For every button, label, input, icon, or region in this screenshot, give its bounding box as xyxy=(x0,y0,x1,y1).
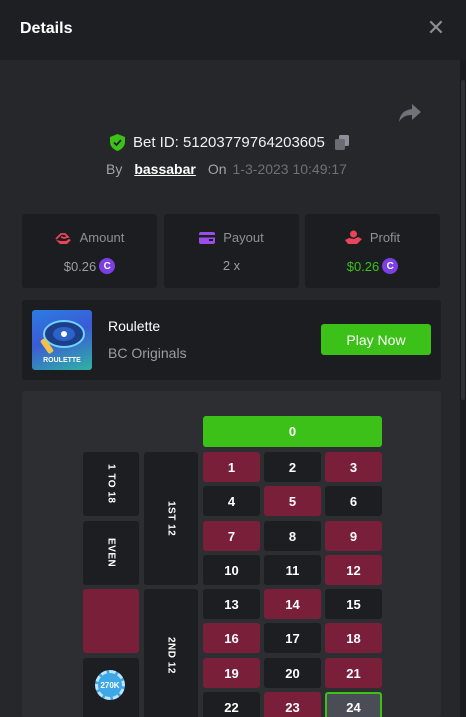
bet-even[interactable]: EVEN xyxy=(83,521,139,585)
number-cell-4[interactable]: 4 xyxy=(203,486,260,516)
bet-id: Bet ID: 51203779764203605 xyxy=(133,133,325,151)
on-label: On xyxy=(207,161,227,177)
number-cell-7[interactable]: 7 xyxy=(203,521,260,551)
close-icon[interactable]: ✕ xyxy=(426,17,446,39)
number-cell-6[interactable]: 6 xyxy=(325,486,382,516)
number-cell-16[interactable]: 16 xyxy=(203,623,260,653)
scroll-thumb[interactable] xyxy=(461,80,465,400)
number-cell-19[interactable]: 19 xyxy=(203,658,260,688)
coin-icon: C xyxy=(99,258,116,274)
bet-id-row: Bet ID: 51203779764203605 xyxy=(110,133,349,151)
by-label: By xyxy=(106,161,123,177)
amount-hand-icon xyxy=(54,232,71,244)
bet-1-to-18-label: 1 TO 18 xyxy=(105,464,117,504)
username-link[interactable]: bassabar xyxy=(134,161,195,177)
number-cell-0[interactable]: 0 xyxy=(203,416,382,447)
number-cell-10[interactable]: 10 xyxy=(203,555,260,585)
game-name: Roulette xyxy=(108,318,161,334)
profit-label: Profit xyxy=(369,230,401,245)
header: Details ✕ xyxy=(0,0,466,60)
number-cell-3[interactable]: 3 xyxy=(325,452,382,482)
number-cell-24-selected[interactable]: 24 xyxy=(325,692,382,717)
bet-even-label: EVEN xyxy=(105,538,117,568)
payout-card: Payout 2 x xyxy=(164,214,299,288)
play-now-button[interactable]: Play Now xyxy=(321,324,431,355)
number-cell-9[interactable]: 9 xyxy=(325,521,382,551)
number-cell-12[interactable]: 12 xyxy=(325,555,382,585)
share-icon[interactable] xyxy=(398,102,422,124)
payout-label: Payout xyxy=(223,230,264,245)
amount-card: Amount $0.26 C xyxy=(22,214,157,288)
wallet-icon xyxy=(199,231,216,244)
number-cell-8[interactable]: 8 xyxy=(264,521,321,551)
number-cell-23[interactable]: 23 xyxy=(264,692,321,717)
bet-date: 1-3-2023 10:49:17 xyxy=(232,161,347,177)
amount-label: Amount xyxy=(79,230,125,245)
profit-card: Profit $0.26 C xyxy=(305,214,440,288)
bet-dozen-2-label: 2ND 12 xyxy=(165,637,177,674)
coin-icon: C xyxy=(382,258,399,274)
verified-shield-icon xyxy=(110,133,125,151)
roulette-wheel-icon xyxy=(40,320,85,354)
number-cell-11[interactable]: 11 xyxy=(264,555,321,585)
scrollbar[interactable] xyxy=(460,60,466,717)
number-cell-2[interactable]: 2 xyxy=(264,452,321,482)
number-cell-18[interactable]: 18 xyxy=(325,623,382,653)
payout-value: 2 x xyxy=(222,258,241,273)
bet-dozen-1-label: 1ST 12 xyxy=(165,500,177,537)
thumb-label: ROULETTE xyxy=(43,357,81,364)
number-cell-5[interactable]: 5 xyxy=(264,486,321,516)
number-cell-14[interactable]: 14 xyxy=(264,589,321,619)
bet-1-to-18[interactable]: 1 TO 18 xyxy=(83,452,139,516)
number-cell-1[interactable]: 1 xyxy=(203,452,260,482)
number-cell-15[interactable]: 15 xyxy=(325,589,382,619)
roulette-table: 0 1 TO 18 EVEN 270K 1ST 12 2ND 12 1 2 3 … xyxy=(22,391,441,717)
bet-dozen-1[interactable]: 1ST 12 xyxy=(144,452,198,585)
number-cell-17[interactable]: 17 xyxy=(264,623,321,653)
copy-icon[interactable] xyxy=(334,134,349,150)
bet-meta-row: By bassabar On 1-3-2023 10:49:17 xyxy=(106,160,347,178)
number-cell-22[interactable]: 22 xyxy=(203,692,260,717)
profit-value: $0.26 xyxy=(346,258,380,274)
game-thumbnail[interactable]: ROULETTE xyxy=(32,310,92,370)
page-title: Details xyxy=(20,20,73,37)
bet-dozen-2[interactable]: 2ND 12 xyxy=(144,589,198,717)
game-card: ROULETTE Roulette BC Originals Play Now xyxy=(22,300,441,380)
number-cell-21[interactable]: 21 xyxy=(325,658,382,688)
amount-value: $0.26 xyxy=(63,258,97,274)
number-cell-20[interactable]: 20 xyxy=(264,658,321,688)
profit-hand-icon xyxy=(344,230,362,244)
bet-red[interactable] xyxy=(83,589,139,653)
chip-270k[interactable]: 270K xyxy=(95,670,125,700)
game-provider: BC Originals xyxy=(108,345,187,361)
number-cell-13[interactable]: 13 xyxy=(203,589,260,619)
